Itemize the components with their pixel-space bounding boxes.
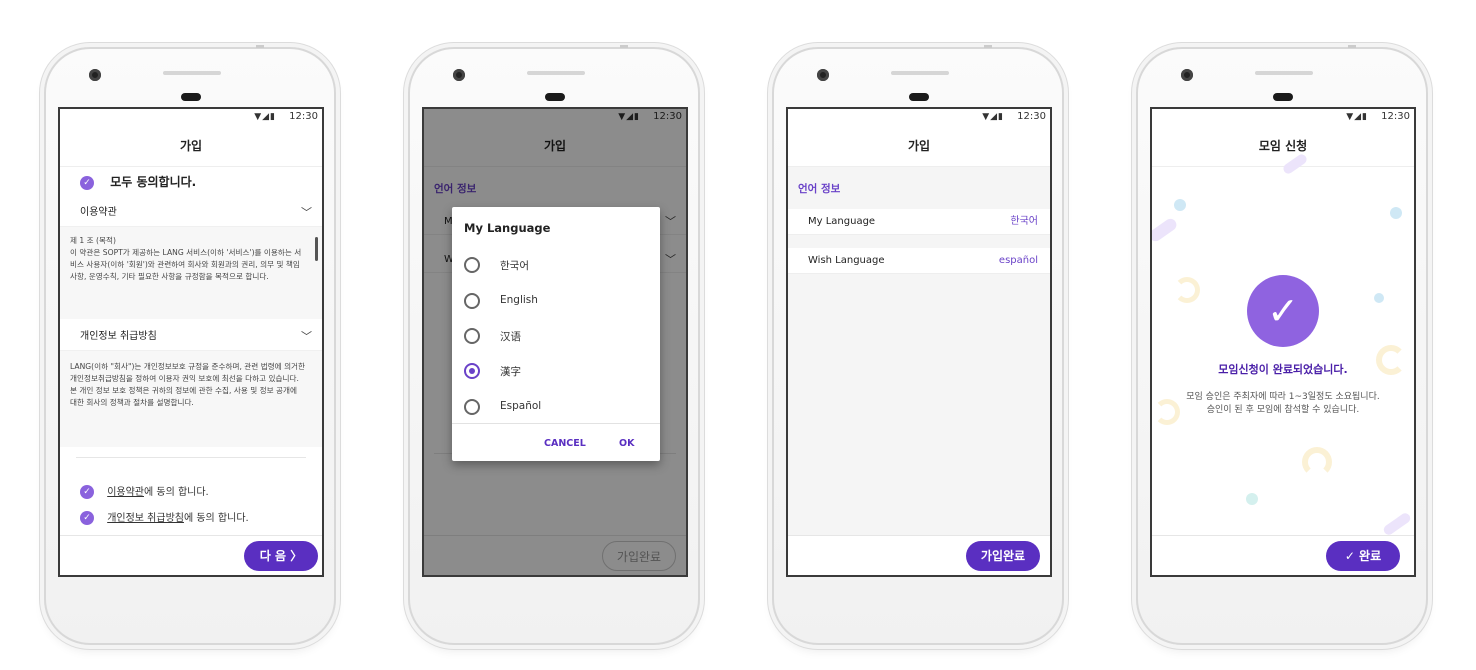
language-option-chinese-traditional[interactable]: 漢字 bbox=[462, 355, 652, 389]
bottom-bar: 가입완료 bbox=[788, 535, 1050, 575]
next-button[interactable]: 다 음 〉 bbox=[244, 541, 318, 571]
privacy-body-text: LANG(이하 "회사")는 개인정보보호 규정을 준수하며, 관련 법령에 의… bbox=[70, 362, 306, 407]
finish-signup-button[interactable]: 가입완료 bbox=[966, 541, 1040, 571]
agree-privacy-suffix: 에 동의 합니다. bbox=[183, 513, 249, 524]
check-icon: ✓ bbox=[80, 175, 94, 190]
page-title: 가입 bbox=[60, 125, 322, 167]
status-bar: ▼◢▮ 12:30 bbox=[1152, 109, 1414, 125]
phone-frame-2: ▼◢▮ 12:30 가입 언어 정보 M ﹀ W ﹀ 가입완료 My Langu… bbox=[408, 45, 700, 645]
ok-button[interactable]: OK bbox=[619, 438, 634, 449]
page-title: 모임 신청 bbox=[1152, 125, 1414, 167]
signal-battery-icon: ▼◢▮ bbox=[1346, 112, 1368, 122]
phone-frame-1: ▼◢▮ 12:30 가입 ✓ 모두 동의합니다. 이용약관 ﹀ 제 1 조 (목… bbox=[44, 45, 336, 645]
check-circle-icon: ✓ bbox=[1247, 275, 1319, 347]
front-camera bbox=[453, 69, 465, 81]
privacy-text-panel[interactable]: LANG(이하 "회사")는 개인정보보호 규정을 준수하며, 관련 법령에 의… bbox=[60, 351, 322, 447]
language-dialog: My Language 한국어 English 汉语 漢字 Español CA… bbox=[452, 207, 660, 461]
wish-language-row[interactable]: Wish Language español bbox=[788, 248, 1050, 274]
check-icon: ✓ bbox=[80, 485, 94, 499]
agree-terms-checkbox[interactable]: ✓ 이용약관에 동의 합니다. bbox=[80, 483, 209, 499]
divider bbox=[76, 457, 306, 458]
done-button[interactable]: ✓ 완료 bbox=[1326, 541, 1400, 571]
confetti-dash bbox=[1381, 511, 1413, 537]
check-icon: ✓ bbox=[80, 511, 94, 525]
terms-section-header[interactable]: 이용약관 ﹀ bbox=[60, 199, 322, 227]
privacy-section-header[interactable]: 개인정보 취급방침 ﹀ bbox=[60, 323, 322, 351]
my-language-row[interactable]: My Language 한국어 bbox=[788, 209, 1050, 235]
dialog-divider bbox=[452, 423, 660, 424]
radio-icon bbox=[464, 328, 480, 344]
confetti-dot bbox=[1174, 199, 1186, 211]
speaker-grill bbox=[1255, 71, 1313, 75]
wish-language-label: Wish Language bbox=[808, 255, 885, 266]
terms-text-panel[interactable]: 제 1 조 (목적) 이 약관은 SOPT가 제공하는 LANG 서비스(이하 … bbox=[60, 227, 322, 319]
agree-all-label: 모두 동의합니다. bbox=[110, 175, 197, 189]
meetup-complete-screen: ▼◢▮ 12:30 모임 신청 ✓ 모임신청이 완료되었습니다. 모임 승인은 … bbox=[1150, 107, 1416, 577]
status-bar: ▼◢▮ 12:30 bbox=[788, 109, 1050, 125]
status-bar: ▼◢▮ 12:30 bbox=[60, 109, 322, 125]
terms-body-text: 제 1 조 (목적) 이 약관은 SOPT가 제공하는 LANG 서비스(이하 … bbox=[70, 236, 302, 281]
confetti-dot bbox=[1390, 207, 1402, 219]
status-time: 12:30 bbox=[1381, 111, 1410, 122]
language-option-english[interactable]: English bbox=[462, 285, 652, 319]
speaker-grill bbox=[527, 71, 585, 75]
earpiece bbox=[545, 93, 565, 101]
language-option-korean[interactable]: 한국어 bbox=[462, 249, 652, 283]
speaker-grill bbox=[163, 71, 221, 75]
completion-subtext-1: 모임 승인은 주최자에 따라 1~3일정도 소요됩니다. bbox=[1186, 392, 1380, 402]
signup-terms-screen: ▼◢▮ 12:30 가입 ✓ 모두 동의합니다. 이용약관 ﹀ 제 1 조 (목… bbox=[58, 107, 324, 577]
bottom-bar: 다 음 〉 bbox=[60, 535, 322, 575]
bottom-bar: ✓ 완료 bbox=[1152, 535, 1414, 575]
dialog-title: My Language bbox=[464, 221, 551, 235]
language-option-spanish[interactable]: Español bbox=[462, 391, 652, 425]
status-time: 12:30 bbox=[1017, 111, 1046, 122]
chevron-down-icon: ﹀ bbox=[301, 206, 312, 219]
earpiece bbox=[1273, 93, 1293, 101]
terms-link[interactable]: 이용약관 bbox=[107, 487, 144, 498]
earpiece bbox=[909, 93, 929, 101]
front-camera bbox=[1181, 69, 1193, 81]
agree-terms-suffix: 에 동의 합니다. bbox=[144, 487, 209, 498]
my-language-value: 한국어 bbox=[1010, 216, 1038, 227]
terms-header-label: 이용약관 bbox=[80, 207, 117, 218]
front-camera bbox=[817, 69, 829, 81]
confetti-dash bbox=[1152, 216, 1179, 244]
status-time: 12:30 bbox=[289, 111, 318, 122]
radio-icon bbox=[464, 399, 480, 415]
confetti-dot bbox=[1374, 293, 1384, 303]
phone-frame-4: ▼◢▮ 12:30 모임 신청 ✓ 모임신청이 완료되었습니다. 모임 승인은 … bbox=[1136, 45, 1428, 645]
earpiece bbox=[181, 93, 201, 101]
agree-all-checkbox[interactable]: ✓ 모두 동의합니다. bbox=[80, 173, 196, 190]
front-camera bbox=[89, 69, 101, 81]
page-title: 가입 bbox=[788, 125, 1050, 167]
language-select-screen: ▼◢▮ 12:30 가입 언어 정보 M ﹀ W ﹀ 가입완료 My Langu… bbox=[422, 107, 688, 577]
signal-battery-icon: ▼◢▮ bbox=[982, 112, 1004, 122]
wish-language-value: español bbox=[998, 255, 1038, 266]
radio-selected-icon bbox=[464, 363, 480, 379]
confetti-ring bbox=[1174, 277, 1200, 303]
language-option-chinese-simplified[interactable]: 汉语 bbox=[462, 320, 652, 354]
my-language-label: My Language bbox=[808, 216, 876, 227]
privacy-header-label: 개인정보 취급방침 bbox=[80, 331, 157, 342]
completion-subtext-2: 승인이 된 후 모임에 참석할 수 있습니다. bbox=[1206, 405, 1360, 415]
confetti-dot bbox=[1246, 493, 1258, 505]
scrollbar-thumb[interactable] bbox=[315, 237, 318, 261]
completion-message: 모임신청이 완료되었습니다. bbox=[1218, 363, 1348, 376]
speaker-grill bbox=[891, 71, 949, 75]
chevron-down-icon: ﹀ bbox=[301, 330, 312, 343]
radio-icon bbox=[464, 257, 480, 273]
language-info-screen: ▼◢▮ 12:30 가입 언어 정보 My Language 한국어 Wish … bbox=[786, 107, 1052, 577]
agree-privacy-checkbox[interactable]: ✓ 개인정보 취급방침에 동의 합니다. bbox=[80, 509, 249, 525]
phone-frame-3: ▼◢▮ 12:30 가입 언어 정보 My Language 한국어 Wish … bbox=[772, 45, 1064, 645]
section-language-info: 언어 정보 bbox=[798, 183, 841, 195]
confetti-ring bbox=[1302, 447, 1332, 477]
privacy-link[interactable]: 개인정보 취급방침 bbox=[107, 513, 184, 524]
cancel-button[interactable]: CANCEL bbox=[544, 438, 586, 449]
radio-icon bbox=[464, 293, 480, 309]
signal-battery-icon: ▼◢▮ bbox=[254, 112, 276, 122]
